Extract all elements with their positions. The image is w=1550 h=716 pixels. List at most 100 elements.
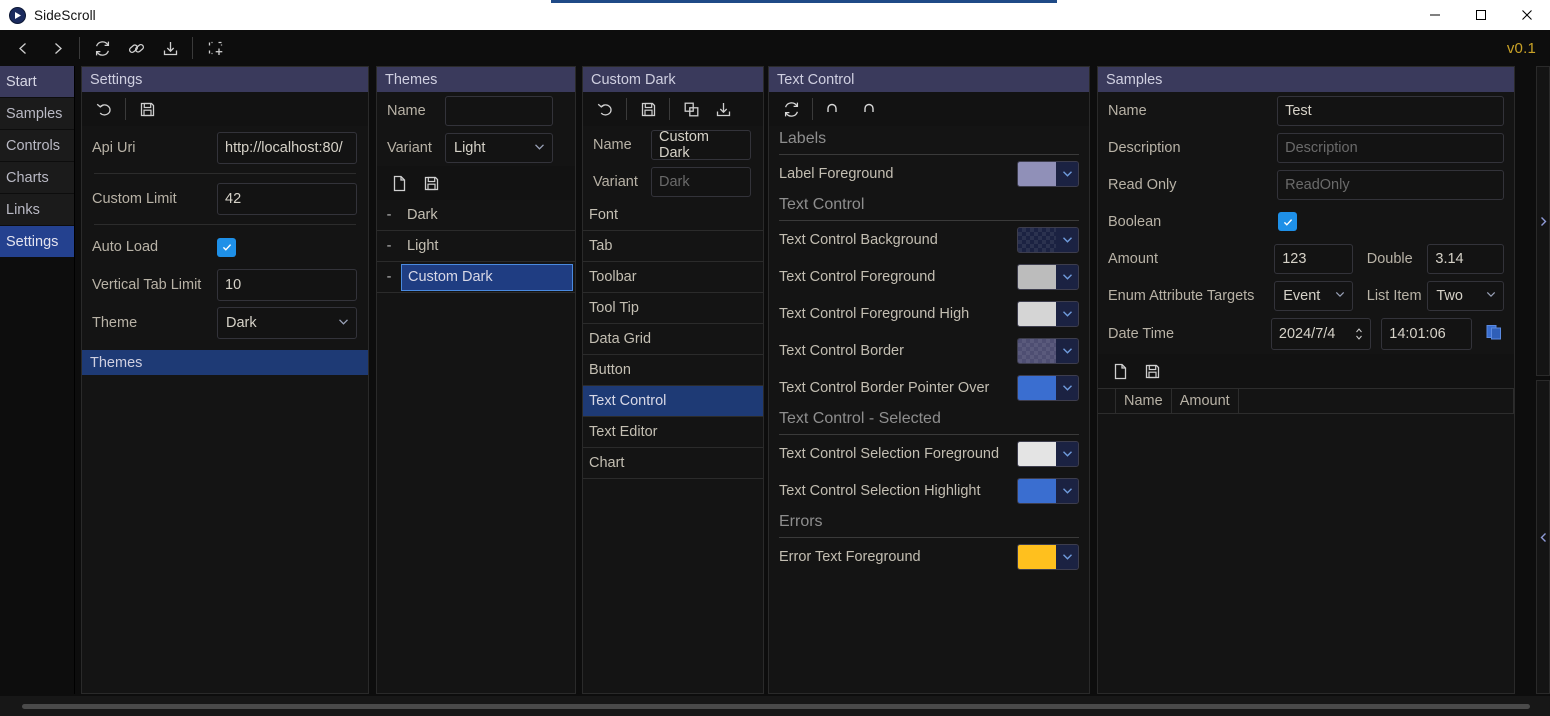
collapse-left-button[interactable]	[1536, 380, 1550, 694]
samples-date-input[interactable]: 2024/7/4	[1270, 318, 1372, 350]
import-button[interactable]	[153, 33, 187, 63]
color-picker[interactable]	[1017, 337, 1079, 364]
sidebar-item-start[interactable]: Start	[0, 66, 74, 98]
chevron-down-icon[interactable]	[1056, 375, 1078, 400]
custom-dark-save-button[interactable]	[632, 95, 664, 123]
close-button[interactable]	[1504, 0, 1550, 30]
theme-select[interactable]: Dark	[217, 307, 357, 339]
samples-double-input[interactable]: 3.14	[1427, 243, 1504, 274]
color-swatch[interactable]	[1018, 478, 1056, 503]
auto-load-checkbox[interactable]	[217, 237, 236, 257]
spinner-icon[interactable]	[1355, 327, 1363, 341]
samples-list-item-select[interactable]: Two	[1427, 280, 1504, 311]
tc-undo-button[interactable]	[818, 95, 850, 123]
grid-column-amount[interactable]: Amount	[1172, 389, 1239, 413]
expander-icon[interactable]: -	[377, 269, 401, 285]
color-swatch[interactable]	[1018, 264, 1056, 289]
sidebar-item-links[interactable]: Links	[0, 194, 74, 226]
list-item[interactable]: Text Editor	[583, 417, 763, 448]
chevron-down-icon[interactable]	[1056, 441, 1078, 466]
expander-icon[interactable]: -	[377, 207, 401, 223]
color-picker[interactable]	[1017, 300, 1079, 327]
horizontal-scrollbar[interactable]	[0, 696, 1550, 716]
back-button[interactable]	[6, 33, 40, 63]
table-row[interactable]: - Custom Dark	[377, 262, 575, 293]
samples-enum-select[interactable]: Event	[1274, 280, 1353, 311]
custom-dark-copy-button[interactable]	[675, 95, 707, 123]
list-item[interactable]: Data Grid	[583, 324, 763, 355]
sidebar-item-charts[interactable]: Charts	[0, 162, 74, 194]
color-swatch[interactable]	[1018, 161, 1056, 186]
list-item-selected[interactable]: Text Control	[583, 386, 763, 417]
color-swatch[interactable]	[1018, 441, 1056, 466]
expand-right-button[interactable]	[1536, 66, 1550, 376]
color-swatch[interactable]	[1018, 375, 1056, 400]
samples-boolean-checkbox[interactable]	[1278, 212, 1297, 231]
link-button[interactable]	[119, 33, 153, 63]
chevron-down-icon[interactable]	[1056, 301, 1078, 326]
tc-refresh-button[interactable]	[775, 95, 807, 123]
grid-column-name[interactable]: Name	[1116, 389, 1172, 413]
panel-divider-1[interactable]	[74, 66, 75, 694]
chevron-down-icon[interactable]	[1056, 478, 1078, 503]
color-swatch[interactable]	[1018, 338, 1056, 363]
settings-undo-button[interactable]	[88, 95, 120, 123]
forward-button[interactable]	[40, 33, 74, 63]
samples-name-input[interactable]: Test	[1277, 95, 1504, 126]
snapshot-button[interactable]	[198, 33, 232, 63]
chevron-down-icon[interactable]	[1056, 227, 1078, 252]
chevron-down-icon[interactable]	[1056, 544, 1078, 569]
color-swatch[interactable]	[1018, 227, 1056, 252]
custom-limit-input[interactable]: 42	[217, 183, 357, 215]
sidebar-item-settings[interactable]: Settings	[0, 226, 74, 258]
chevron-down-icon[interactable]	[1056, 264, 1078, 289]
chevron-down-icon[interactable]	[1056, 338, 1078, 363]
chevron-down-icon[interactable]	[1056, 161, 1078, 186]
color-swatch[interactable]	[1018, 301, 1056, 326]
samples-amount-input[interactable]: 123	[1274, 243, 1353, 274]
custom-dark-import-button[interactable]	[707, 95, 739, 123]
settings-panel: Settings Api Uri http://localhost:80/ Cu…	[81, 66, 369, 694]
color-picker[interactable]	[1017, 543, 1079, 570]
list-item[interactable]: Chart	[583, 448, 763, 479]
list-item[interactable]: Tool Tip	[583, 293, 763, 324]
samples-save-button[interactable]	[1136, 357, 1168, 385]
color-picker[interactable]	[1017, 226, 1079, 253]
grid-column-filler	[1239, 389, 1514, 413]
maximize-button[interactable]	[1458, 0, 1504, 30]
settings-save-button[interactable]	[131, 95, 163, 123]
expander-icon[interactable]: -	[377, 238, 401, 254]
color-picker[interactable]	[1017, 440, 1079, 467]
samples-paste-button[interactable]	[1484, 322, 1504, 347]
table-row[interactable]: - Light	[377, 231, 575, 262]
samples-description-input[interactable]: Description	[1277, 132, 1504, 163]
sidebar-item-samples[interactable]: Samples	[0, 98, 74, 130]
theme-name-input[interactable]	[445, 96, 553, 126]
vertical-tab-limit-input[interactable]: 10	[217, 269, 357, 301]
list-item[interactable]: Font	[583, 200, 763, 231]
color-picker[interactable]	[1017, 477, 1079, 504]
list-item[interactable]: Toolbar	[583, 262, 763, 293]
horizontal-scrollbar-thumb[interactable]	[22, 704, 1530, 709]
themes-new-button[interactable]	[383, 169, 415, 197]
color-swatch[interactable]	[1018, 544, 1056, 569]
table-row[interactable]: - Dark	[377, 200, 575, 231]
sidebar-item-controls[interactable]: Controls	[0, 130, 74, 162]
themes-save-button[interactable]	[415, 169, 447, 197]
color-picker[interactable]	[1017, 374, 1079, 401]
minimize-button[interactable]	[1412, 0, 1458, 30]
themes-section-header[interactable]: Themes	[82, 350, 368, 375]
samples-time-input[interactable]: 14:01:06	[1381, 318, 1472, 350]
custom-dark-undo-button[interactable]	[589, 95, 621, 123]
api-uri-input[interactable]: http://localhost:80/	[217, 132, 357, 164]
color-picker[interactable]	[1017, 160, 1079, 187]
cd-name-input[interactable]: Custom Dark	[651, 129, 751, 161]
theme-variant-select[interactable]: Light	[445, 133, 553, 163]
color-picker[interactable]	[1017, 263, 1079, 290]
list-item[interactable]: Tab	[583, 231, 763, 262]
list-item[interactable]: Button	[583, 355, 763, 386]
tc-redo-button[interactable]	[850, 95, 882, 123]
samples-new-button[interactable]	[1104, 357, 1136, 385]
refresh-button[interactable]	[85, 33, 119, 63]
cd-variant-input[interactable]: Dark	[651, 167, 751, 197]
